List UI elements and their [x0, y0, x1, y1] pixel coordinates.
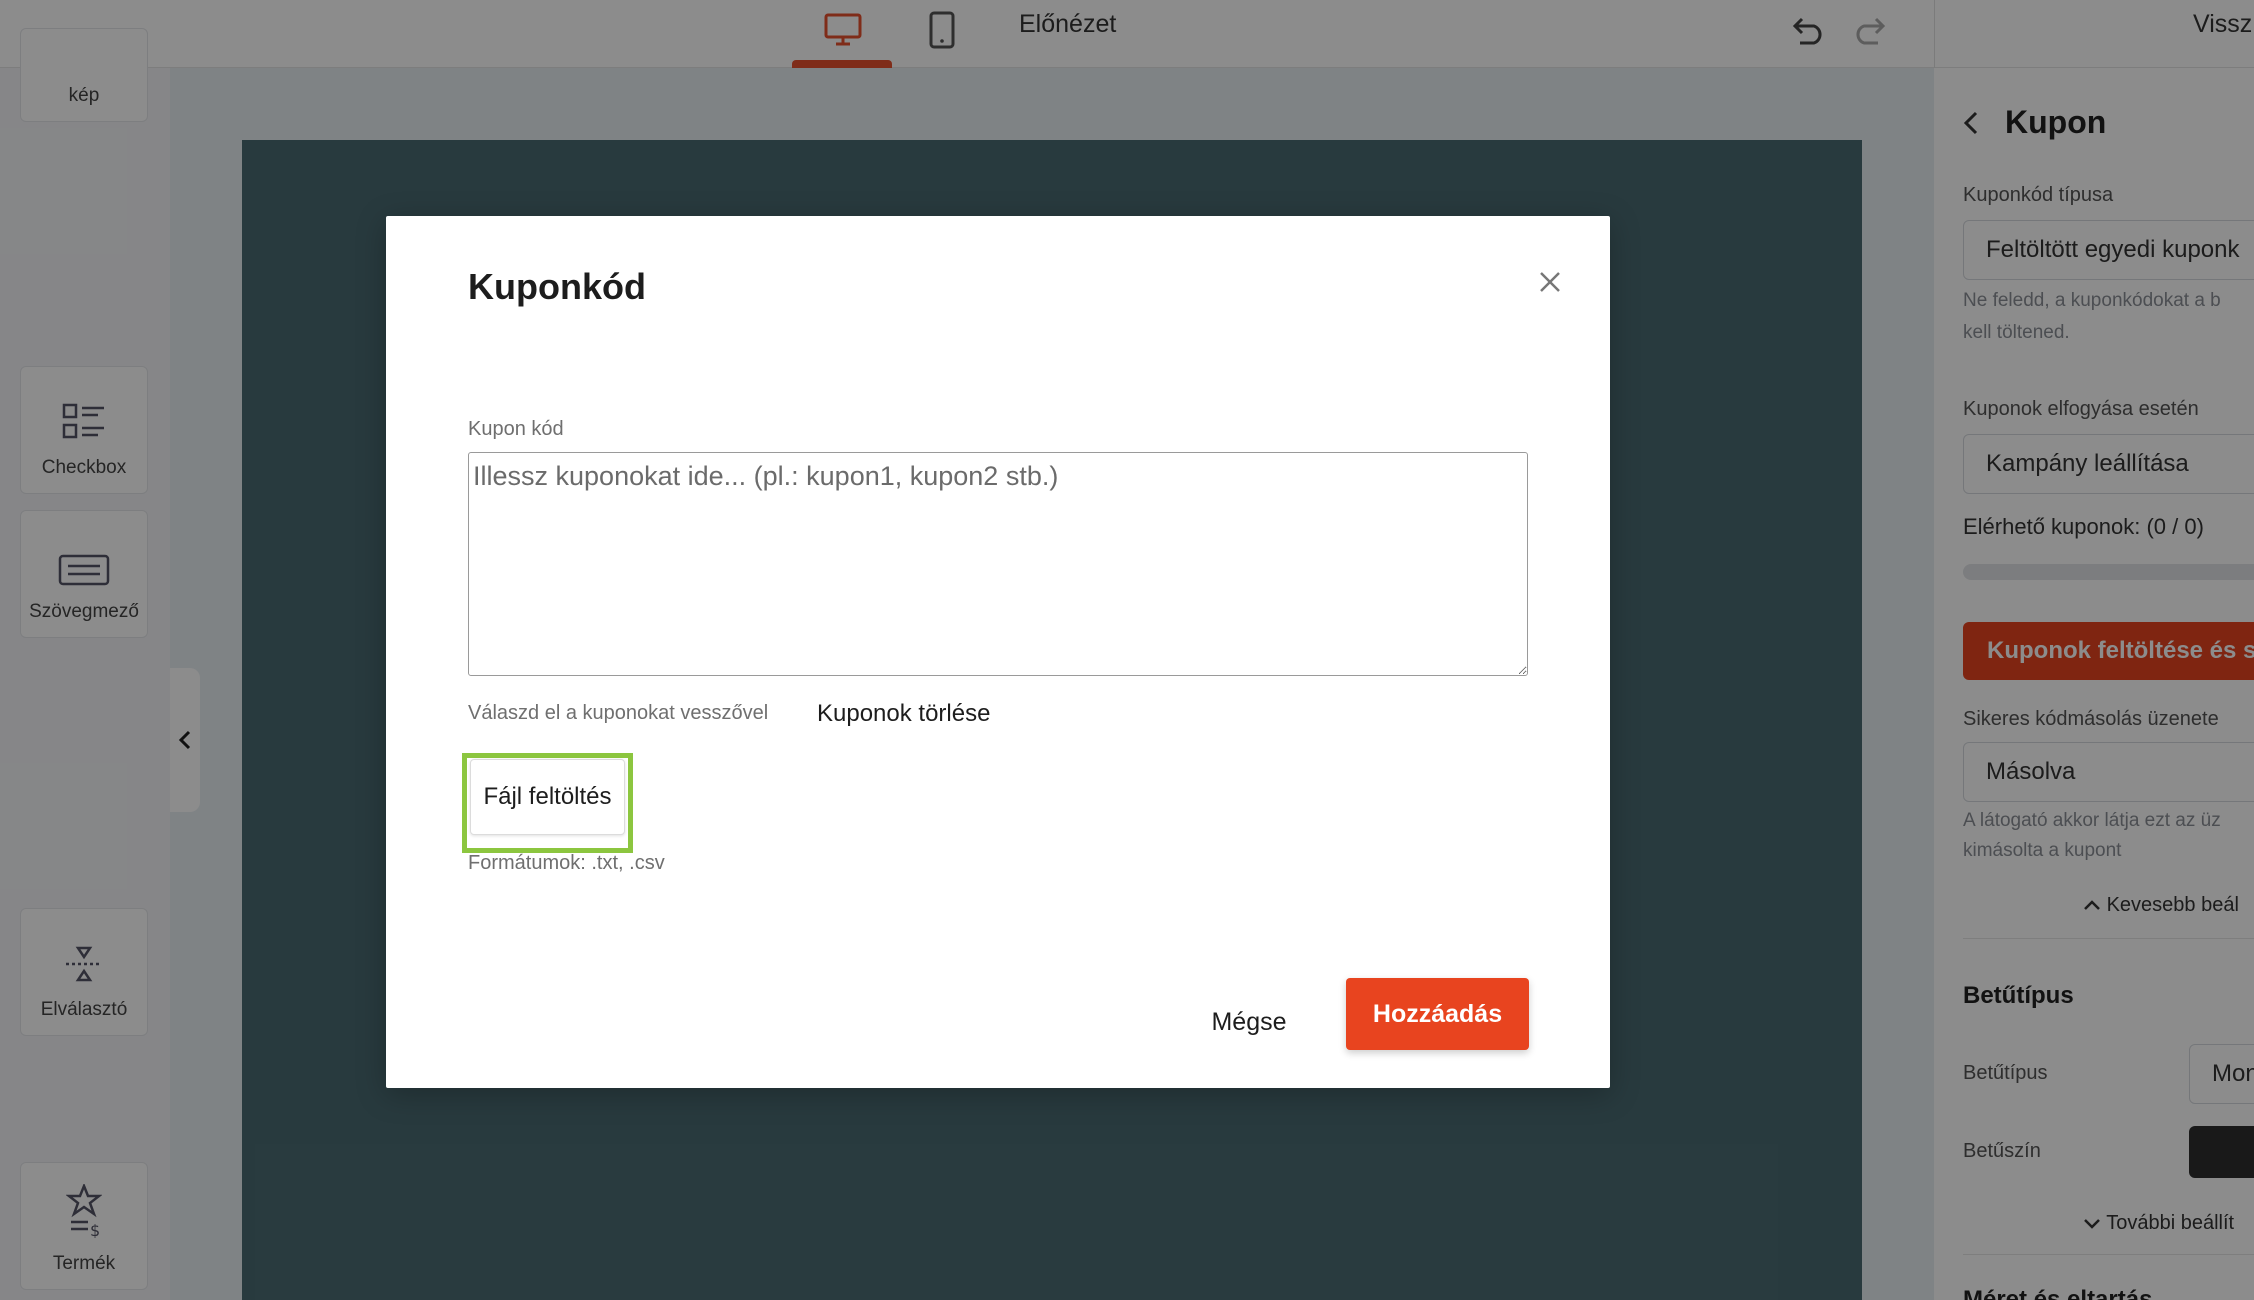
comma-separator-hint: Válaszd el a kuponokat vesszővel — [468, 702, 769, 724]
dialog-title: Kuponkód — [468, 266, 646, 307]
add-button[interactable]: Hozzáadás — [1346, 978, 1529, 1050]
delete-coupons-link[interactable]: Kuponok törlése — [817, 700, 990, 728]
cancel-button[interactable]: Mégse — [1194, 990, 1304, 1054]
coupon-code-label: Kupon kód — [468, 418, 564, 440]
close-icon[interactable] — [1532, 264, 1568, 300]
coupon-code-dialog: Kuponkód Kupon kód Válaszd el a kuponoka… — [386, 216, 1610, 1088]
file-formats-hint: Formátumok: .txt, .csv — [468, 852, 665, 874]
file-upload-button[interactable]: Fájl feltöltés — [470, 759, 625, 835]
coupon-code-textarea[interactable] — [468, 452, 1528, 676]
